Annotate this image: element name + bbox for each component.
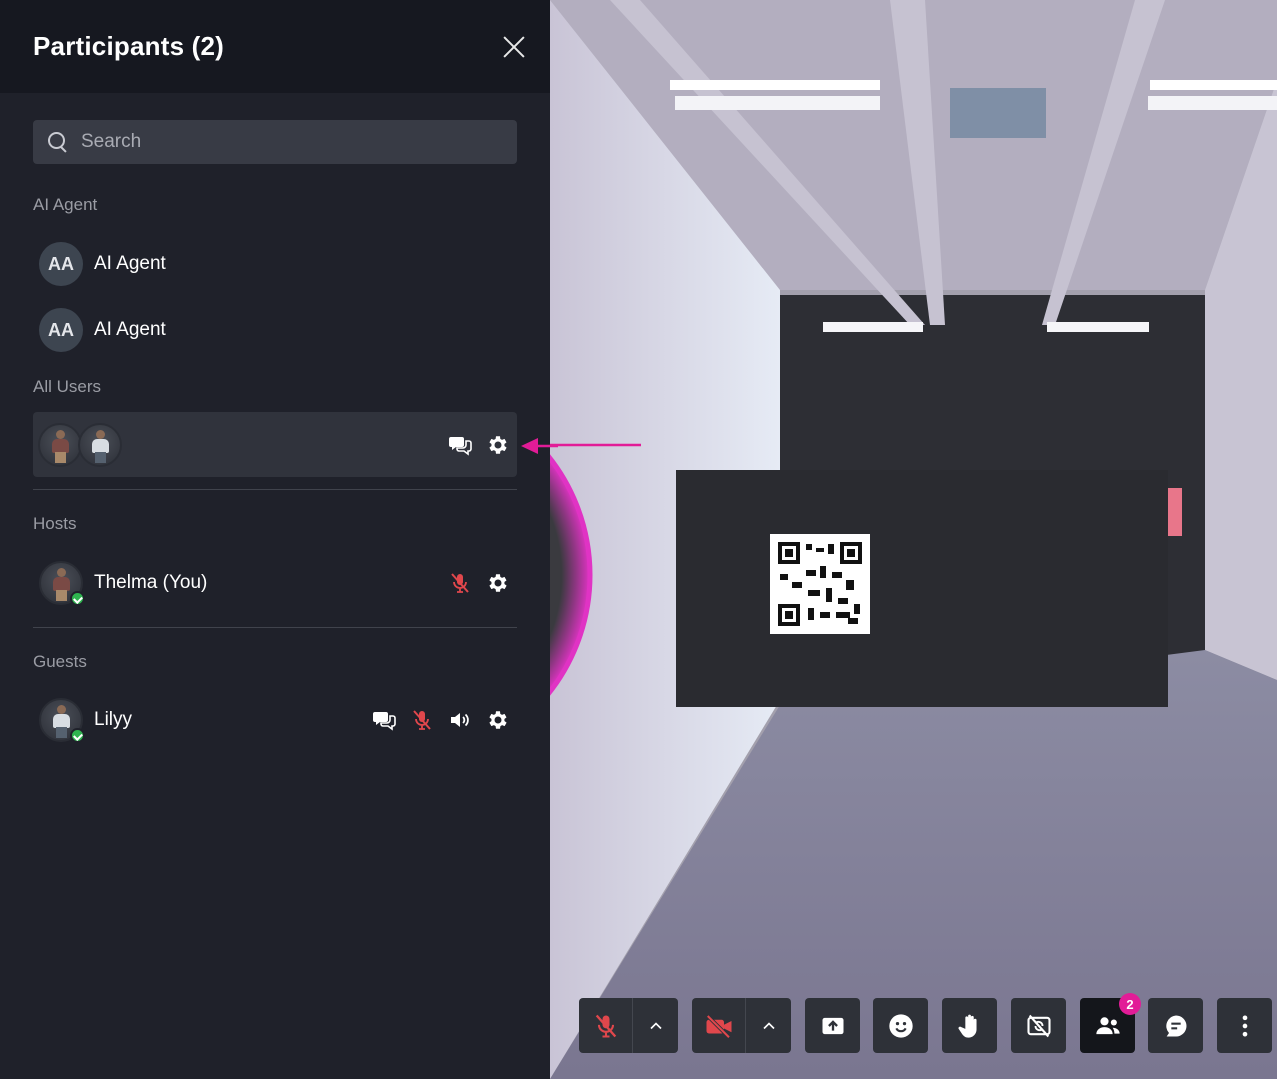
search-icon bbox=[47, 131, 69, 153]
section-label-guests: Guests bbox=[33, 652, 87, 671]
participant-name: Lilyy bbox=[94, 709, 133, 730]
raise-hand-button[interactable] bbox=[942, 998, 997, 1053]
more-options-button[interactable] bbox=[1217, 998, 1272, 1053]
avatar-initials: AA bbox=[39, 308, 83, 352]
online-status-icon bbox=[70, 728, 85, 743]
avatar bbox=[39, 698, 85, 743]
mic-muted-icon[interactable] bbox=[409, 707, 435, 733]
raise-hand-icon bbox=[957, 1014, 977, 1038]
avatar bbox=[78, 422, 122, 467]
chat-bubbles-icon[interactable] bbox=[447, 432, 473, 458]
camera-off-icon bbox=[705, 1014, 731, 1039]
avatar bbox=[39, 561, 85, 606]
panel-title: Participants (2) bbox=[33, 31, 225, 61]
camera-control bbox=[692, 998, 791, 1053]
participants-icon bbox=[1095, 1016, 1120, 1034]
hide-video-button[interactable] bbox=[1011, 998, 1066, 1053]
panel-header: Participants (2) bbox=[0, 0, 550, 93]
divider bbox=[33, 627, 517, 628]
chat-button[interactable] bbox=[1148, 998, 1203, 1053]
participants-button[interactable]: 2 bbox=[1080, 993, 1141, 1053]
mic-muted-icon[interactable] bbox=[447, 570, 473, 596]
list-item-ai-agent[interactable]: AA AI Agent bbox=[33, 242, 517, 286]
list-item-guest[interactable]: Lilyy bbox=[33, 697, 517, 743]
gear-icon[interactable] bbox=[485, 570, 511, 596]
speaker-icon[interactable] bbox=[447, 707, 473, 733]
participant-name: AI Agent bbox=[94, 319, 166, 340]
participants-count-badge: 2 bbox=[1119, 993, 1141, 1015]
emoji-icon bbox=[888, 1013, 913, 1038]
camera-toggle-button[interactable] bbox=[692, 998, 746, 1053]
search-field[interactable] bbox=[33, 120, 517, 164]
emoji-button[interactable] bbox=[873, 998, 928, 1053]
share-screen-button[interactable] bbox=[805, 998, 860, 1053]
section-label-ai-agent: AI Agent bbox=[33, 195, 98, 214]
section-label-hosts: Hosts bbox=[33, 514, 77, 533]
share-screen-icon bbox=[822, 1017, 843, 1034]
gear-icon[interactable] bbox=[485, 432, 511, 458]
list-item-host[interactable]: Thelma (You) bbox=[33, 560, 517, 606]
virtual-room-view[interactable] bbox=[550, 0, 1277, 1079]
avatar bbox=[38, 422, 82, 467]
participant-name: Thelma (You) bbox=[94, 572, 208, 593]
avatar-initials: AA bbox=[39, 242, 83, 286]
more-icon bbox=[1242, 1015, 1247, 1036]
gear-icon[interactable] bbox=[485, 707, 511, 733]
annotation-arrow bbox=[521, 438, 558, 454]
search-input[interactable] bbox=[81, 131, 481, 153]
section-label-all-users: All Users bbox=[33, 377, 102, 396]
microphone-control bbox=[579, 998, 678, 1053]
all-users-row[interactable] bbox=[33, 412, 517, 477]
mic-muted-icon bbox=[595, 1014, 616, 1038]
camera-options-button[interactable] bbox=[746, 998, 791, 1053]
hide-video-icon bbox=[1026, 1014, 1051, 1037]
participant-name: AI Agent bbox=[94, 253, 166, 274]
chat-icon bbox=[1165, 1015, 1186, 1036]
room-render bbox=[550, 0, 1277, 1079]
chat-bubbles-icon[interactable] bbox=[371, 707, 397, 733]
mic-options-button[interactable] bbox=[633, 998, 678, 1053]
avatar-stack bbox=[36, 421, 136, 469]
divider bbox=[33, 489, 517, 490]
online-status-icon bbox=[70, 591, 85, 606]
participants-panel: Participants (2) AI Agent AA AI Agent AA… bbox=[0, 0, 550, 1079]
chevron-up-icon bbox=[762, 1021, 775, 1029]
close-icon[interactable] bbox=[502, 35, 526, 59]
mic-toggle-button[interactable] bbox=[579, 998, 633, 1053]
chevron-up-icon bbox=[649, 1021, 662, 1029]
list-item-ai-agent[interactable]: AA AI Agent bbox=[33, 308, 517, 352]
